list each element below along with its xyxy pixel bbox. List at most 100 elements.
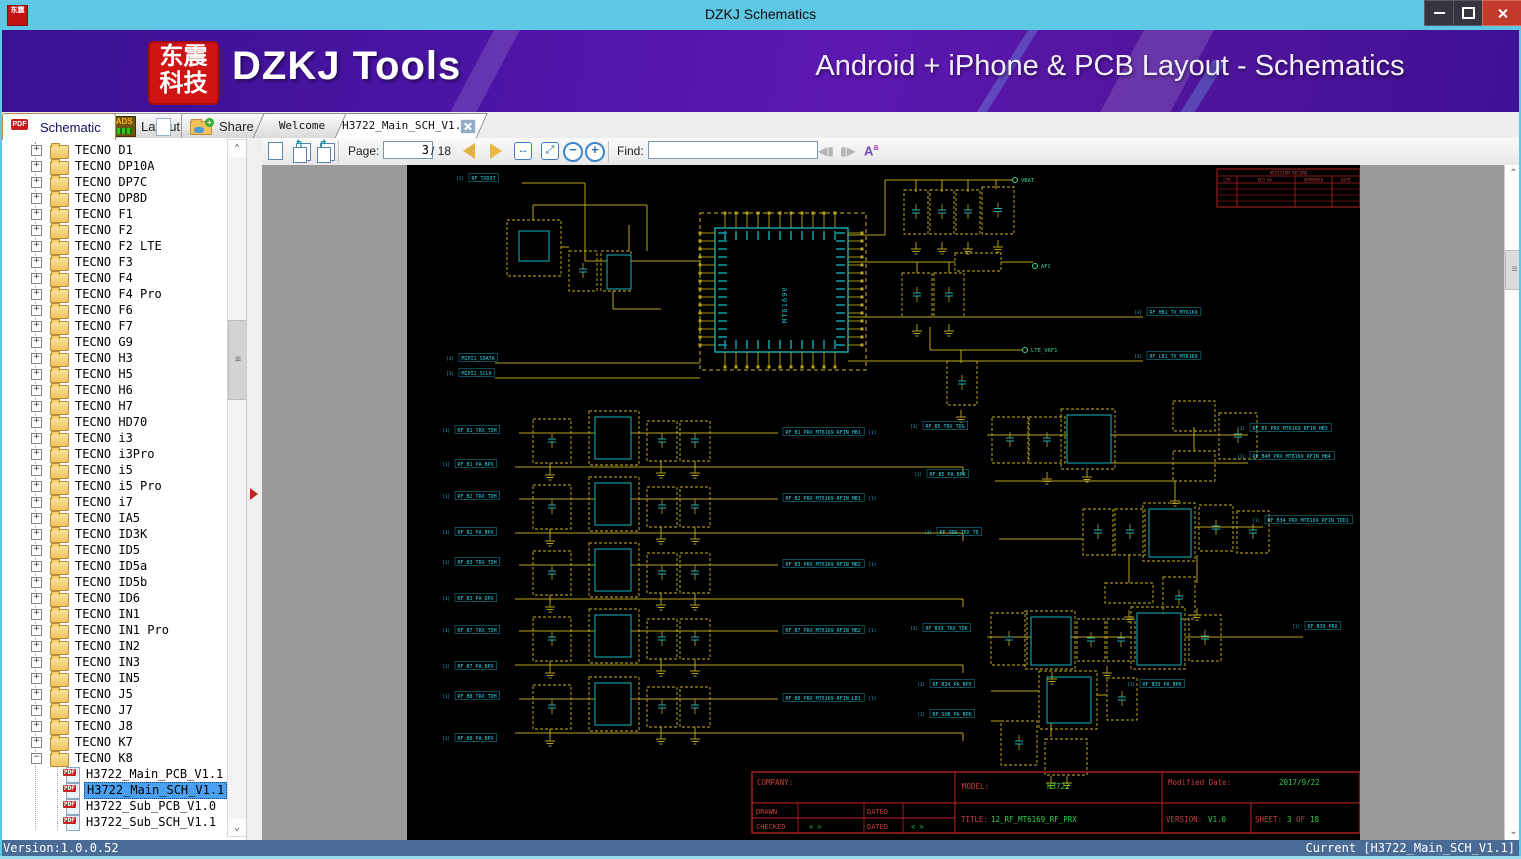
tree-folder-row[interactable]: + TECNO F6: [0, 302, 225, 319]
continuous-pages-icon[interactable]: ↱: [317, 139, 335, 163]
minimize-button[interactable]: [1424, 0, 1454, 26]
tree-folder-row[interactable]: + TECNO IA5: [0, 510, 225, 527]
tree-folder-row[interactable]: + TECNO D1: [0, 142, 225, 159]
expand-node-icon[interactable]: +: [31, 721, 42, 732]
tree-folder-row[interactable]: + TECNO DP10A: [0, 158, 225, 175]
expand-node-icon[interactable]: +: [31, 321, 42, 332]
tree-item-label[interactable]: TECNO D1: [73, 143, 135, 158]
expand-node-icon[interactable]: +: [31, 353, 42, 364]
find-input[interactable]: [648, 141, 818, 159]
tree-item-label[interactable]: TECNO IN3: [73, 655, 142, 670]
tree-item-label[interactable]: TECNO K8: [73, 751, 135, 766]
expand-node-icon[interactable]: +: [31, 497, 42, 508]
tree-folder-row[interactable]: + TECNO G9: [0, 334, 225, 351]
tree-folder-row[interactable]: + TECNO ID5: [0, 542, 225, 559]
expand-node-icon[interactable]: +: [31, 417, 42, 428]
expand-node-icon[interactable]: +: [31, 657, 42, 668]
tree-item-label[interactable]: TECNO F2 LTE: [73, 239, 164, 254]
expand-node-icon[interactable]: +: [31, 577, 42, 588]
document-viewer[interactable]: MT6169V VBAT AFC LTE_VRF1 RF_B1_TRX_TDH [1] RF…: [262, 165, 1521, 840]
tree-folder-row[interactable]: + TECNO IN3: [0, 654, 225, 671]
tree-folder-row[interactable]: + TECNO i3Pro: [0, 446, 225, 463]
tree-folder-row[interactable]: + TECNO IN5: [0, 670, 225, 687]
expand-node-icon[interactable]: +: [31, 593, 42, 604]
tree-item-label[interactable]: TECNO IN2: [73, 639, 142, 654]
tree-folder-row[interactable]: + TECNO ID5a: [0, 558, 225, 575]
expand-node-icon[interactable]: +: [31, 337, 42, 348]
close-button[interactable]: [1482, 0, 1521, 26]
expand-node-icon[interactable]: +: [31, 625, 42, 636]
tree-scroll-down-icon[interactable]: ⌄: [228, 819, 246, 836]
tree-item-label[interactable]: TECNO IN1 Pro: [73, 623, 171, 638]
tree-item-label[interactable]: TECNO H6: [73, 383, 135, 398]
tree-folder-row[interactable]: + TECNO DP7C: [0, 174, 225, 191]
expand-node-icon[interactable]: +: [31, 433, 42, 444]
expand-node-icon[interactable]: +: [31, 705, 42, 716]
expand-node-icon[interactable]: +: [31, 209, 42, 220]
tree-item-label[interactable]: TECNO i5: [73, 463, 135, 478]
tree-item-label[interactable]: TECNO H7: [73, 399, 135, 414]
doc-tab-welcome[interactable]: Welcome: [252, 113, 354, 139]
fit-width-icon[interactable]: ↔: [514, 142, 532, 160]
expand-node-icon[interactable]: +: [31, 449, 42, 460]
text-case-icon[interactable]: Aa: [864, 142, 878, 158]
expand-node-icon[interactable]: +: [31, 401, 42, 412]
facing-pages-icon[interactable]: ↰: [293, 139, 311, 163]
find-next-icon[interactable]: ▮▶: [840, 144, 856, 158]
tree-folder-row[interactable]: + TECNO DP8D: [0, 190, 225, 207]
expand-node-icon[interactable]: +: [31, 673, 42, 684]
tree-folder-row[interactable]: + TECNO H6: [0, 382, 225, 399]
tree-item-label[interactable]: TECNO J7: [73, 703, 135, 718]
expand-node-icon[interactable]: +: [31, 641, 42, 652]
collapse-panel-icon[interactable]: [250, 488, 258, 500]
expand-node-icon[interactable]: +: [31, 177, 42, 188]
tree-folder-row[interactable]: + TECNO IN1: [0, 606, 225, 623]
tree-item-label[interactable]: TECNO i3: [73, 431, 135, 446]
tree-folder-row[interactable]: + TECNO K7: [0, 734, 225, 751]
tree-folder-row[interactable]: + TECNO F4: [0, 270, 225, 287]
find-previous-icon[interactable]: ◀▮: [818, 144, 834, 158]
expand-node-icon[interactable]: +: [31, 193, 42, 204]
tree-item-label[interactable]: H3722_Sub_PCB_V1.0: [84, 799, 218, 814]
tree-folder-row[interactable]: + TECNO ID3K: [0, 526, 225, 543]
zoom-in-icon[interactable]: +: [585, 142, 605, 162]
tree-item-label[interactable]: TECNO K7: [73, 735, 135, 750]
tree-item-label[interactable]: TECNO i5 Pro: [73, 479, 164, 494]
expand-node-icon[interactable]: +: [31, 161, 42, 172]
tree-folder-row[interactable]: + TECNO J7: [0, 702, 225, 719]
tree-item-label[interactable]: TECNO i3Pro: [73, 447, 156, 462]
tree-file-row[interactable]: H3722_Sub_SCH_V1.1: [0, 814, 225, 831]
expand-node-icon[interactable]: +: [31, 241, 42, 252]
tree-item-label[interactable]: TECNO DP7C: [73, 175, 149, 190]
tree-item-label[interactable]: H3722_Sub_SCH_V1.1: [84, 815, 218, 830]
tree-folder-row[interactable]: + TECNO HD70: [0, 414, 225, 431]
doc-tab-h3722-main-sch[interactable]: H3722_Main_SCH_V1.1: [334, 113, 488, 139]
tree-folder-row[interactable]: + TECNO F7: [0, 318, 225, 335]
tree-item-label[interactable]: TECNO IA5: [73, 511, 142, 526]
tree-item-label[interactable]: TECNO i7: [73, 495, 135, 510]
tree-file-row[interactable]: H3722_Main_PCB_V1.1: [0, 766, 225, 783]
tree-item-label[interactable]: TECNO H5: [73, 367, 135, 382]
tree-scroll-up-icon[interactable]: ⌃: [228, 140, 246, 157]
zoom-out-icon[interactable]: −: [563, 142, 583, 162]
tab-share[interactable]: + Share: [181, 113, 265, 139]
tab-schematic[interactable]: PDF Schematic: [2, 113, 171, 140]
tree-item-label[interactable]: TECNO DP10A: [73, 159, 156, 174]
expand-node-icon[interactable]: +: [31, 737, 42, 748]
tree-item-label[interactable]: TECNO H3: [73, 351, 135, 366]
tree-scrollbar-thumb[interactable]: [228, 320, 246, 400]
tree-folder-row[interactable]: + TECNO F2: [0, 222, 225, 239]
tree-item-label[interactable]: TECNO F7: [73, 319, 135, 334]
tree-folder-row[interactable]: + TECNO IN2: [0, 638, 225, 655]
expand-node-icon[interactable]: +: [31, 465, 42, 476]
tree-item-label[interactable]: TECNO F6: [73, 303, 135, 318]
doc-tab-close-icon[interactable]: [460, 119, 476, 134]
expand-node-icon[interactable]: +: [31, 145, 42, 156]
tree-item-label[interactable]: TECNO ID5b: [73, 575, 149, 590]
tree-file-row[interactable]: H3722_Main_SCH_V1.1: [0, 781, 228, 799]
tree-item-label[interactable]: TECNO ID6: [73, 591, 142, 606]
tree-folder-row[interactable]: + TECNO ID5b: [0, 574, 225, 591]
tree-item-label[interactable]: TECNO ID3K: [73, 527, 149, 542]
expand-node-icon[interactable]: +: [31, 529, 42, 540]
expand-node-icon[interactable]: +: [31, 257, 42, 268]
